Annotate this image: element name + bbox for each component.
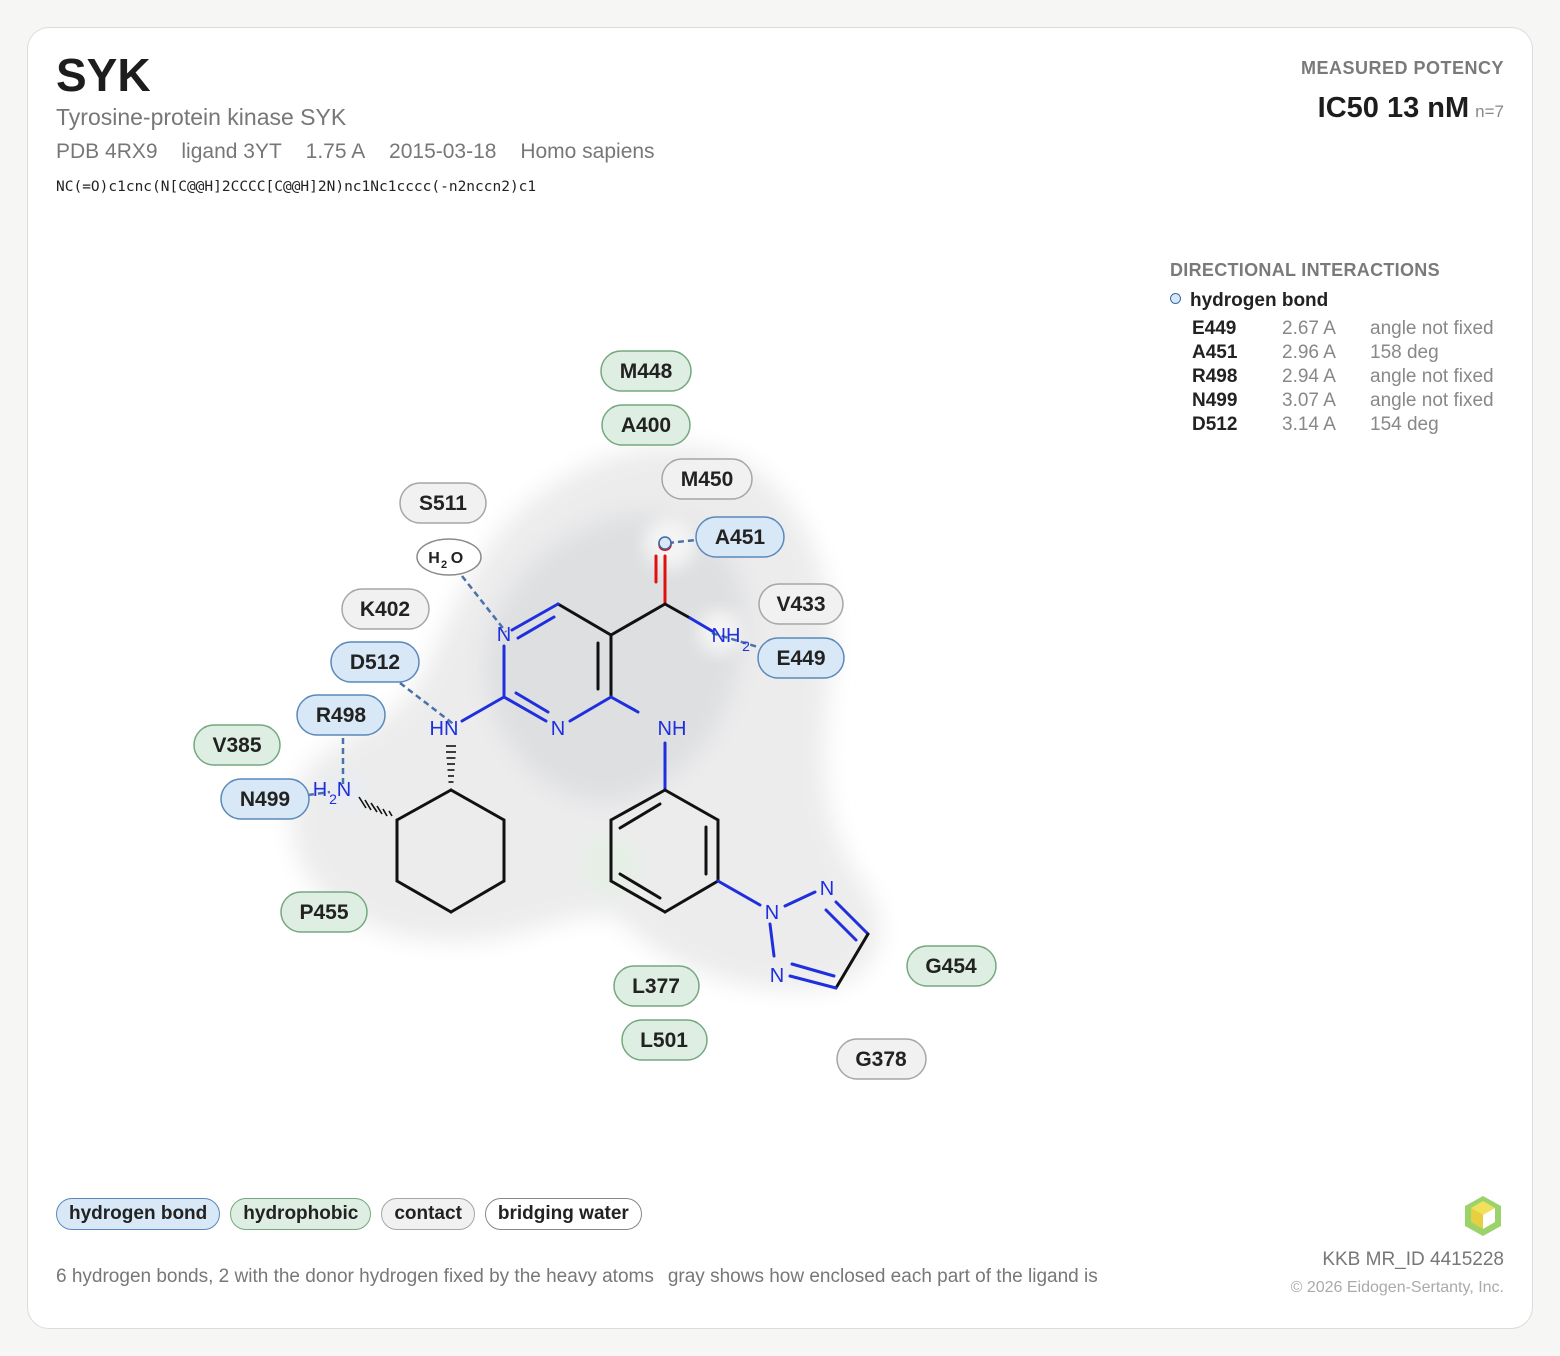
residue-r498-label: R498: [316, 704, 367, 727]
residue-p455[interactable]: P455: [280, 891, 368, 933]
residue-d512[interactable]: D512: [330, 641, 420, 683]
residue-a400[interactable]: A400: [601, 404, 691, 446]
water-sub: 2: [441, 559, 447, 571]
water-ellipse: [416, 538, 482, 576]
residue-a451[interactable]: A451: [695, 516, 785, 558]
legend-hbond: hydrogen bond: [56, 1198, 221, 1230]
residue-g454-label: G454: [925, 955, 977, 978]
residue-l501[interactable]: L501: [621, 1019, 708, 1061]
legend: hydrogen bond hydrophobic contact bridging …: [56, 1198, 652, 1230]
residue-g378-label: G378: [855, 1048, 907, 1071]
atom-n-triazole-2: N: [820, 878, 834, 900]
residue-v385[interactable]: V385: [193, 724, 281, 766]
residue-s511-label: S511: [419, 492, 467, 515]
atom-n-ring2: N: [551, 718, 565, 740]
residue-g378[interactable]: G378: [836, 1038, 927, 1080]
record-id: KKB MR_ID 4415228: [1322, 1249, 1504, 1270]
atom-nh2-cyclo-n: N: [337, 779, 351, 801]
residue-g454[interactable]: G454: [906, 945, 997, 987]
water-o: O: [451, 550, 463, 567]
copyright: © 2026 Eidogen-Sertanty, Inc.: [1290, 1279, 1504, 1296]
legend-bridging-water: bridging water: [484, 1198, 642, 1230]
residue-r498[interactable]: R498: [296, 694, 386, 736]
residue-d512-label: D512: [350, 651, 400, 674]
legend-contact: contact: [381, 1198, 475, 1230]
residue-a451-label: A451: [715, 526, 766, 549]
residue-v433[interactable]: V433: [758, 583, 844, 625]
legend-hydrophobic: hydrophobic: [230, 1198, 372, 1230]
residue-m450-label: M450: [681, 468, 734, 491]
residue-n499[interactable]: N499: [220, 778, 310, 820]
residue-l377[interactable]: L377: [613, 965, 700, 1007]
bridging-water: H 2 O: [416, 538, 482, 576]
atom-n-ring1: N: [497, 624, 511, 646]
water-h: H: [428, 550, 440, 567]
atom-nh-left: HN: [430, 718, 459, 740]
residue-s511[interactable]: S511: [399, 482, 487, 524]
atom-nh2-amide-sub: 2: [742, 638, 750, 654]
residue-a400-label: A400: [621, 414, 671, 437]
residue-e449[interactable]: E449: [757, 637, 845, 679]
interaction-diagram: N N HN NH O NH 2 H 2 N N N N H 2 O M448 …: [193, 350, 997, 1080]
hbond-acceptor-marker: [658, 536, 672, 550]
residue-n499-label: N499: [240, 788, 290, 811]
residue-p455-label: P455: [299, 901, 348, 924]
atom-n-triazole-1: N: [765, 902, 779, 924]
residue-m448-label: M448: [620, 360, 673, 383]
residue-v385-label: V385: [212, 734, 261, 757]
residue-l377-label: L377: [632, 975, 680, 998]
atom-nh-right: NH: [658, 718, 687, 740]
enclosure-note: gray shows how enclosed each part of the…: [667, 1266, 1098, 1287]
hexagon-cube-icon: [1465, 1196, 1501, 1236]
residue-e449-label: E449: [776, 647, 825, 670]
atom-n-triazole-3: N: [770, 965, 784, 987]
atom-nh2-cyclo-h: H: [313, 779, 327, 801]
footnote: 6 hydrogen bonds, 2 with the donor hydro…: [56, 1266, 1112, 1288]
residue-m448[interactable]: M448: [600, 350, 692, 392]
residue-m450[interactable]: M450: [661, 458, 753, 500]
residue-k402[interactable]: K402: [341, 588, 430, 630]
residue-l501-label: L501: [640, 1029, 688, 1052]
residue-v433-label: V433: [776, 593, 825, 616]
residue-k402-label: K402: [360, 598, 410, 621]
atom-nh2-amide: NH: [712, 625, 741, 647]
hbond-summary: 6 hydrogen bonds, 2 with the donor hydro…: [56, 1266, 654, 1287]
